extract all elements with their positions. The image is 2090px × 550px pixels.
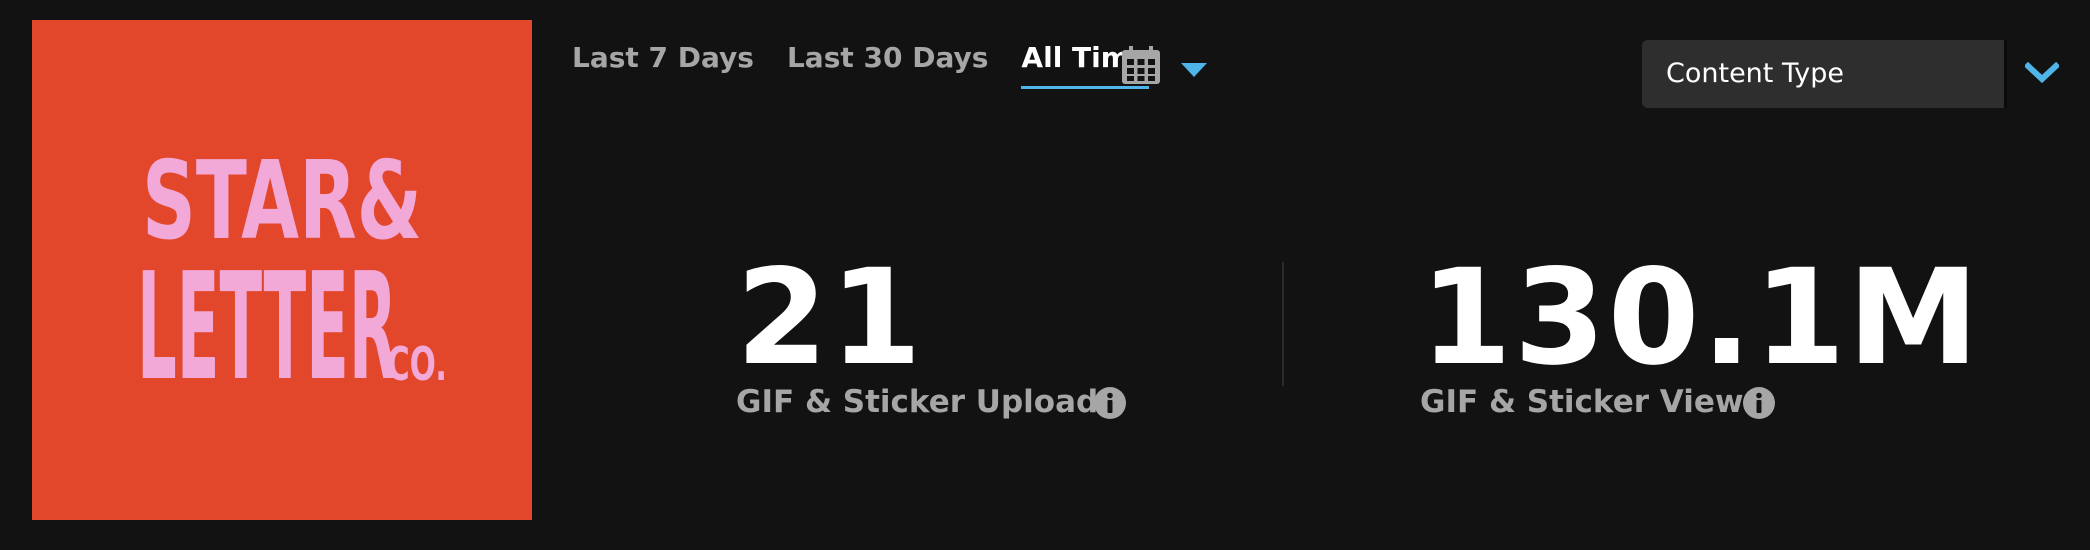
calendar-icon[interactable] [1120,44,1162,86]
stats-divider [1282,262,1284,386]
chevron-down-icon [2025,62,2059,84]
views-count: 130.1M [1420,241,1981,395]
content-type-dropdown-button[interactable] [2004,40,2073,108]
svg-text:LETTER: LETTER [137,241,397,413]
uploads-label: GIF & Sticker Uploads [736,384,1117,420]
caret-down-icon[interactable] [1180,62,1208,78]
tab-last-30-days[interactable]: Last 30 Days [787,40,988,86]
content-type-label: Content Type [1666,58,1844,89]
star-and-letter-logo-image: STAR& LETTER CO. [32,20,532,520]
tab-last-7-days[interactable]: Last 7 Days [572,40,754,86]
uploads-info-icon[interactable] [1093,386,1127,420]
channel-stats-header: STAR& LETTER CO. Last 7 Days Last 30 Day… [0,0,2090,550]
uploads-count: 21 [736,241,924,395]
views-label: GIF & Sticker Views [1420,384,1762,420]
time-range-tabs: Last 7 Days Last 30 Days All Time [572,40,1182,100]
svg-text:CO.: CO. [387,337,447,391]
content-type-select[interactable]: Content Type [1642,40,2008,108]
channel-logo: STAR& LETTER CO. [32,20,532,520]
views-info-icon[interactable] [1742,386,1776,420]
